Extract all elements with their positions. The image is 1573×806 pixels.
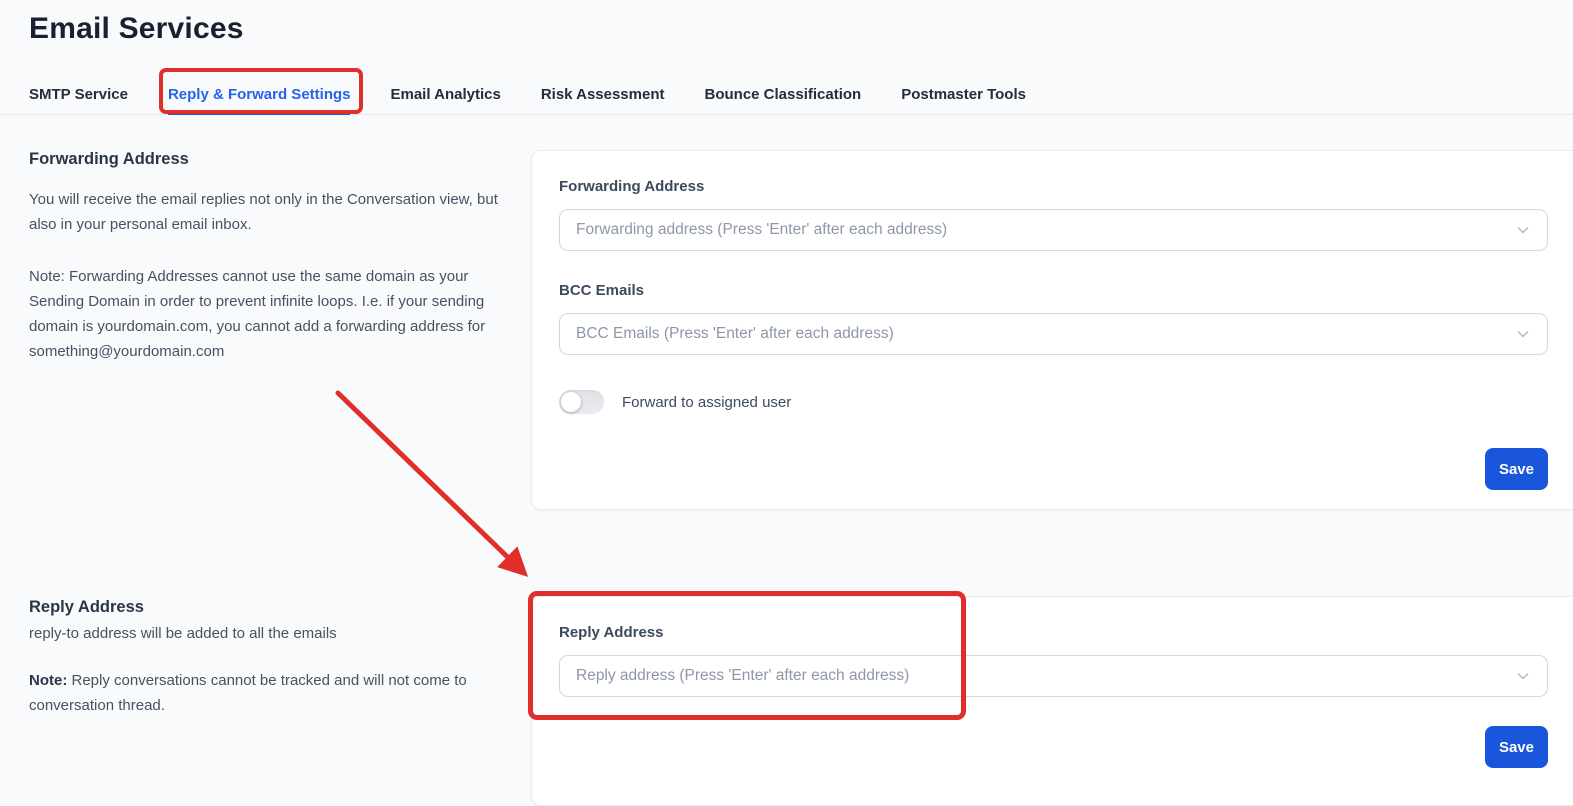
tab-label: Risk Assessment — [540, 85, 665, 103]
forwarding-save-row: Save — [559, 448, 1548, 490]
email-services-page: Email Services SMTP Service Reply & Forw… — [0, 0, 1573, 806]
forwarding-section-heading: Forwarding Address — [29, 150, 189, 168]
reply-address-label: Reply Address — [559, 624, 664, 641]
reply-note-text: Note: Reply conversations cannot be trac… — [29, 668, 501, 718]
reply-save-button[interactable]: Save — [1484, 726, 1548, 768]
forwarding-settings-card: Forwarding Address Forwarding address (P… — [531, 150, 1573, 510]
forwarding-note-text: Note: Forwarding Addresses cannot use th… — [29, 268, 486, 360]
forwarding-address-label: Forwarding Address — [559, 178, 705, 195]
tab-smtp-service[interactable]: SMTP Service — [29, 74, 128, 114]
forward-to-assigned-user-label: Forward to assigned user — [622, 393, 792, 411]
tab-postmaster-tools[interactable]: Postmaster Tools — [901, 74, 1026, 114]
tab-label: Postmaster Tools — [901, 85, 1026, 103]
bcc-emails-input[interactable]: BCC Emails (Press 'Enter' after each add… — [559, 313, 1548, 355]
forwarding-description-text: You will receive the email replies not o… — [29, 191, 498, 233]
tab-label: SMTP Service — [29, 85, 128, 103]
toggle-knob — [561, 392, 581, 412]
reply-note-rest: Reply conversations cannot be tracked an… — [29, 672, 467, 714]
forwarding-description-column: Forwarding Address You will receive the … — [29, 148, 501, 364]
reply-description-text: reply-to address will be added to all th… — [29, 625, 337, 642]
reply-address-placeholder: Reply address (Press 'Enter' after each … — [576, 667, 910, 684]
forwarding-address-input[interactable]: Forwarding address (Press 'Enter' after … — [559, 209, 1548, 251]
reply-save-row: Save — [559, 726, 1548, 768]
chevron-down-icon — [1515, 326, 1531, 342]
active-tab-underline — [167, 112, 351, 115]
tab-bar: SMTP Service Reply & Forward Settings Em… — [0, 68, 1573, 115]
forwarding-save-button[interactable]: Save — [1484, 448, 1548, 490]
tab-bounce-classification[interactable]: Bounce Classification — [705, 74, 862, 114]
chevron-down-icon — [1515, 222, 1531, 238]
reply-settings-card: Reply Address Reply address (Press 'Ente… — [531, 596, 1573, 806]
tab-label: Bounce Classification — [704, 85, 862, 103]
tab-label: Email Analytics — [390, 85, 501, 103]
page-title: Email Services — [29, 12, 244, 45]
reply-address-input[interactable]: Reply address (Press 'Enter' after each … — [559, 655, 1548, 697]
forward-to-assigned-user-row: Forward to assigned user — [559, 390, 1548, 414]
tab-label: Reply & Forward Settings — [167, 85, 351, 103]
bcc-emails-placeholder: BCC Emails (Press 'Enter' after each add… — [576, 325, 894, 342]
reply-description-column: Reply Address reply-to address will be a… — [29, 596, 501, 718]
bcc-emails-label: BCC Emails — [559, 282, 645, 299]
tab-reply-forward-settings[interactable]: Reply & Forward Settings — [158, 68, 364, 115]
reply-section-heading: Reply Address — [29, 598, 144, 616]
tab-email-analytics[interactable]: Email Analytics — [390, 74, 500, 114]
reply-note-bold: Note: — [29, 672, 68, 689]
forwarding-address-placeholder: Forwarding address (Press 'Enter' after … — [576, 221, 948, 238]
forward-to-assigned-user-toggle[interactable] — [559, 390, 604, 414]
tab-risk-assessment[interactable]: Risk Assessment — [541, 74, 665, 114]
chevron-down-icon — [1515, 668, 1531, 684]
